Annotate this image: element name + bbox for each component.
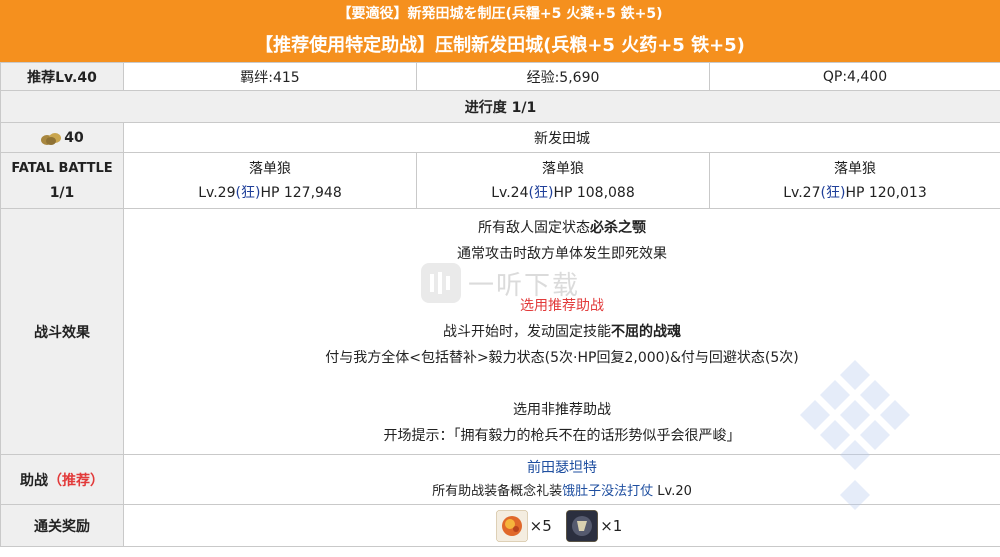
progress-row: 进行度 1/1 (0, 90, 1000, 123)
quest-info-table: 推荐Lv.40 羁绊:415 经验:5,690 QP:4,400 进行度 1/1… (0, 62, 1000, 547)
fatal-battle-count: 1/1 (49, 184, 75, 201)
reward-1-count: ×5 (529, 516, 552, 535)
support-content: 前田瑟坦特 所有助战装备概念礼装饿肚子没法打仗 Lv.20 (123, 454, 1000, 505)
quest-subtitle: 【要適役】新発田城を制圧(兵糧+5 火薬+5 鉄+5) (0, 0, 1000, 26)
battle-effects-label: 战斗效果 (0, 208, 124, 455)
enemy-2-hp: HP 108,088 (553, 184, 635, 201)
exp-value: 经验:5,690 (416, 62, 710, 91)
support-row: 助战（推荐） 前田瑟坦特 所有助战装备概念礼装饿肚子没法打仗 Lv.20 (0, 454, 1000, 505)
qp-value: QP:4,400 (709, 62, 1000, 91)
bond-value: 羁绊:415 (123, 62, 417, 91)
enemy-3-class-icon: (狂) (820, 184, 846, 201)
enemy-1-level: Lv.29 (198, 184, 236, 201)
opening-hint: 开场提示：「拥有毅力的枪兵不在的话形势似乎会很严峻」 (383, 427, 741, 444)
enemy-2-level: Lv.24 (491, 184, 529, 201)
effect-line-2: 通常攻击时敌方单体发生即死效果 (457, 245, 667, 262)
effect-skill-name: 必杀之颚 (590, 219, 646, 236)
enemy-3-name: 落单狼 (834, 160, 876, 177)
fatal-battle-title: FATAL BATTLE (11, 160, 113, 176)
stats-row: 推荐Lv.40 羁绊:415 经验:5,690 QP:4,400 (0, 62, 1000, 91)
battle-effects-content: 所有敌人固定状态必杀之颚 通常攻击时敌方单体发生即死效果 选用推荐助战 战斗开始… (123, 208, 1000, 455)
quest-title: 【推荐使用特定助战】压制新发田城(兵粮+5 火药+5 铁+5) (0, 26, 1000, 63)
ap-cell: 40 (0, 122, 124, 153)
enemy-3-level: Lv.27 (783, 184, 821, 201)
recommended-support-heading: 选用推荐助战 (520, 297, 604, 314)
enemy-1-hp: HP 127,948 (260, 184, 342, 201)
ap-coin-icon (41, 132, 62, 145)
craft-essence-level: Lv.20 (657, 483, 692, 499)
enemy-3: 落单狼 Lv.27(狂)HP 120,013 (709, 152, 1000, 209)
enemy-2-class-icon: (狂) (528, 184, 554, 201)
enemy-1: 落单狼 Lv.29(狂)HP 127,948 (123, 152, 417, 209)
fixed-skill-name: 不屈的战魂 (611, 323, 681, 340)
enemy-2-name: 落单狼 (542, 160, 584, 177)
iron-item-icon[interactable] (566, 509, 599, 542)
ap-value: 40 (64, 129, 84, 146)
rewards-content: ×5 ×1 (123, 504, 1000, 547)
enemy-row: FATAL BATTLE 1/1 落单狼 Lv.29(狂)HP 127,948 … (0, 152, 1000, 209)
progress-text: 进行度 1/1 (0, 90, 1000, 123)
recommended-tag: （推荐） (48, 472, 104, 489)
rewards-row: 通关奖励 ×5 ×1 (0, 504, 1000, 547)
craft-essence-link[interactable]: 饿肚子没法打仗 (562, 484, 653, 499)
effect-line-4: 战斗开始时，发动固定技能不屈的战魂 (443, 323, 681, 340)
location-name: 新发田城 (123, 122, 1000, 153)
fatal-battle-label: FATAL BATTLE 1/1 (0, 152, 124, 209)
enemy-1-class-icon: (狂) (235, 184, 261, 201)
rewards-label: 通关奖励 (0, 504, 124, 547)
reward-2-count: ×1 (600, 516, 623, 535)
effect-line-5: 付与我方全体<包括替补>毅力状态(5次·HP回复2,000)&付与回避状态(5次… (325, 349, 799, 366)
ap-row: 40 新发田城 (0, 122, 1000, 153)
enemy-3-hp: HP 120,013 (845, 184, 927, 201)
support-label: 助战（推荐） (0, 454, 124, 505)
effect-line-1: 所有敌人固定状态必杀之颚 (478, 219, 646, 236)
gunpowder-item-icon[interactable] (495, 509, 528, 542)
non-recommended-support-heading: 选用非推荐助战 (513, 401, 611, 418)
support-servant-link[interactable]: 前田瑟坦特 (527, 460, 597, 476)
enemy-1-name: 落单狼 (249, 160, 291, 177)
enemy-2: 落单狼 Lv.24(狂)HP 108,088 (416, 152, 710, 209)
recommended-level: 推荐Lv.40 (0, 62, 124, 91)
effects-row: 战斗效果 所有敌人固定状态必杀之颚 通常攻击时敌方单体发生即死效果 选用推荐助战… (0, 208, 1000, 455)
